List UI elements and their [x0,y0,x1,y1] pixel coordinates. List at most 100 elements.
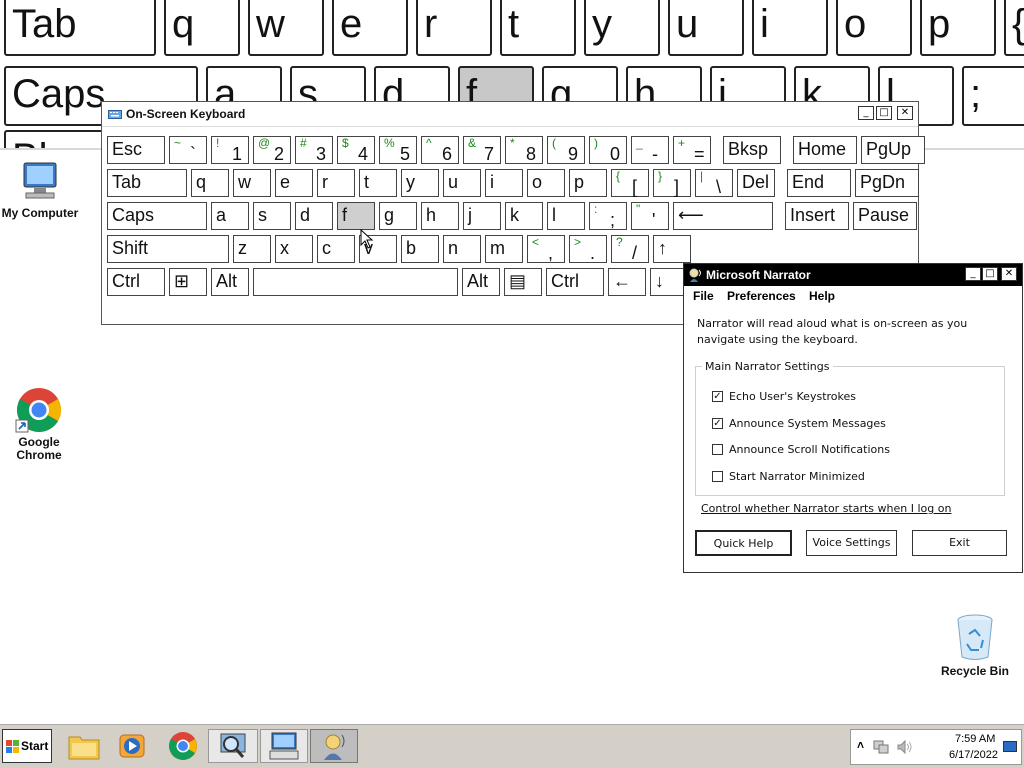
osk-key[interactable]: f [337,202,375,230]
menu-preferences[interactable]: Preferences [727,289,796,303]
show-hidden-icons-chevron[interactable]: ˄ [857,738,864,752]
osk-key[interactable]: ← [608,268,646,296]
osk-key[interactable]: ! 1 [211,136,249,164]
osk-key[interactable]: Home [793,136,857,164]
osk-key[interactable]: u [443,169,481,197]
osk-key[interactable]: w [233,169,271,197]
osk-key[interactable]: c [317,235,355,263]
osk-key[interactable]: " ' [631,202,669,230]
option-announce-scroll-notifications[interactable]: Announce Scroll Notifications [712,443,890,456]
osk-key[interactable]: h [421,202,459,230]
osk-key[interactable]: :; [589,202,627,230]
osk-key[interactable]: k [505,202,543,230]
network-icon[interactable] [873,740,889,754]
startup-settings-link[interactable]: Control whether Narrator starts when I l… [701,502,951,515]
volume-icon[interactable] [897,740,913,754]
checkbox[interactable]: ✓ [712,390,723,402]
desktop-icon-my-computer[interactable]: My Computer [0,160,80,220]
osk-key[interactable]: $4 [337,136,375,164]
checkbox[interactable] [712,470,723,482]
osk-key[interactable]: l [547,202,585,230]
osk-key[interactable]: | \ [695,169,733,197]
taskbar-media-player[interactable] [112,729,156,763]
taskbar-magnifier[interactable] [208,729,258,763]
voice-settings-button[interactable]: Voice Settings [806,530,897,556]
osk-key[interactable]: g [379,202,417,230]
osk-key[interactable]: q [191,169,229,197]
taskbar-on-screen-keyboard[interactable] [260,729,308,763]
taskbar-narrator[interactable] [310,729,358,763]
narrator-minimize-button[interactable]: _ [965,267,981,281]
osk-key[interactable]: Del [737,169,775,197]
osk-key[interactable]: i [485,169,523,197]
osk-key[interactable]: z [233,235,271,263]
osk-key[interactable]: _ - [631,136,669,164]
osk-key[interactable]: ? / [611,235,649,263]
osk-key[interactable]: Alt [211,268,249,296]
osk-key[interactable]: Alt [462,268,500,296]
menu-file[interactable]: File [693,289,714,303]
osk-key[interactable]: ^ 6 [421,136,459,164]
narrator-titlebar[interactable]: Microsoft Narrator _ □ ✕ [684,264,1022,286]
osk-key[interactable]: <, [527,235,565,263]
quick-help-button[interactable]: Quick Help [695,530,792,556]
osk-key[interactable]: Pause [853,202,917,230]
osk-key[interactable]: x [275,235,313,263]
osk-key[interactable]: a [211,202,249,230]
taskbar-file-explorer[interactable] [64,729,108,763]
osk-key[interactable]: Ctrl [107,268,165,296]
osk-titlebar[interactable]: On-Screen Keyboard _ □ ✕ [102,102,918,127]
osk-key[interactable]: ⊞ [169,268,207,296]
osk-key[interactable]: Insert [785,202,849,230]
osk-key[interactable]: ) 0 [589,136,627,164]
osk-key[interactable]: + = [673,136,711,164]
osk-key[interactable]: Bksp [723,136,781,164]
osk-key[interactable]: b [401,235,439,263]
narrator-close-button[interactable]: ✕ [1001,267,1017,281]
osk-key[interactable]: Caps [107,202,207,230]
osk-key[interactable]: m [485,235,523,263]
show-desktop-button[interactable] [1003,741,1017,752]
exit-button[interactable]: Exit [912,530,1007,556]
start-button[interactable]: Start [2,729,52,763]
narrator-maximize-button[interactable]: □ [982,267,998,281]
osk-key[interactable]: (9 [547,136,585,164]
osk-minimize-button[interactable]: _ [858,106,874,120]
osk-key[interactable]: p [569,169,607,197]
osk-key[interactable]: Esc [107,136,165,164]
osk-key[interactable] [253,268,458,296]
osk-maximize-button[interactable]: □ [876,106,892,120]
osk-key[interactable]: * 8 [505,136,543,164]
osk-key[interactable]: r [317,169,355,197]
checkbox[interactable] [712,443,723,455]
option-announce-system-messages[interactable]: ✓ Announce System Messages [712,417,886,430]
osk-key[interactable]: ▤ [504,268,542,296]
osk-key[interactable]: Tab [107,169,187,197]
osk-key[interactable]: s [253,202,291,230]
osk-key[interactable]: d [295,202,333,230]
menu-help[interactable]: Help [809,289,835,303]
osk-key[interactable]: }] [653,169,691,197]
clock-date[interactable]: 6/17/2022 [949,749,998,761]
osk-key[interactable]: End [787,169,851,197]
osk-key[interactable]: {[ [611,169,649,197]
option-start-minimized[interactable]: Start Narrator Minimized [712,470,865,483]
desktop-icon-google-chrome[interactable]: Google Chrome [0,386,79,462]
checkbox[interactable]: ✓ [712,417,723,429]
osk-key[interactable]: Ctrl [546,268,604,296]
osk-key[interactable]: Shift [107,235,229,263]
desktop-icon-recycle-bin[interactable]: Recycle Bin [935,612,1015,678]
osk-key[interactable]: o [527,169,565,197]
osk-key[interactable]: PgDn [855,169,919,197]
osk-key[interactable]: ⟵ [673,202,773,230]
osk-key[interactable]: % 5 [379,136,417,164]
osk-key[interactable]: e [275,169,313,197]
osk-key[interactable]: n [443,235,481,263]
osk-close-button[interactable]: ✕ [897,106,913,120]
taskbar-chrome[interactable] [161,729,205,763]
osk-key[interactable]: & 7 [463,136,501,164]
osk-key[interactable]: j [463,202,501,230]
osk-key[interactable]: #3 [295,136,333,164]
osk-key[interactable]: t [359,169,397,197]
clock-time[interactable]: 7:59 AM [955,733,995,745]
